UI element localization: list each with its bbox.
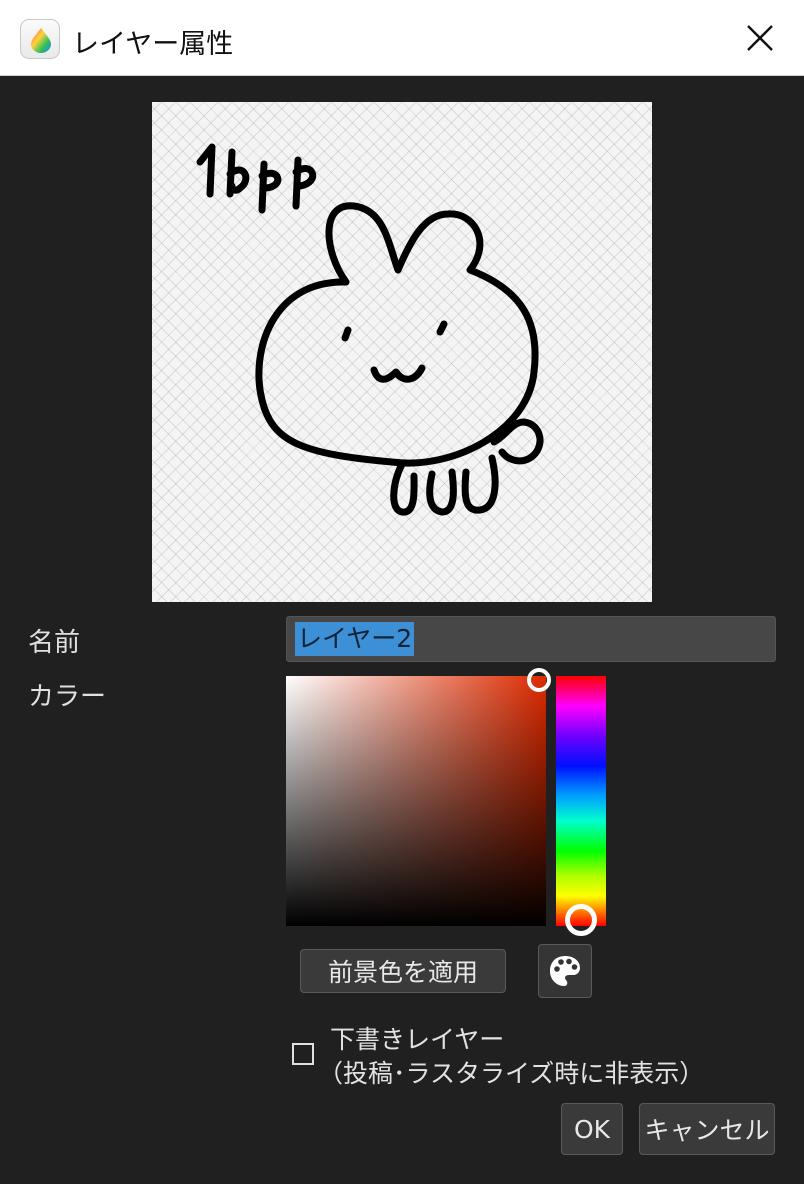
palette-button[interactable] bbox=[538, 944, 592, 998]
hue-slider-handle[interactable] bbox=[565, 904, 597, 936]
layer-name-value: レイヤー2 bbox=[295, 622, 415, 656]
apply-foreground-color-button[interactable]: 前景色を適用 bbox=[300, 949, 506, 993]
cancel-button[interactable]: キャンセル bbox=[639, 1103, 775, 1155]
close-icon bbox=[747, 25, 773, 51]
close-button[interactable] bbox=[738, 16, 782, 60]
saturation-value-picker[interactable] bbox=[286, 676, 546, 926]
hue-slider[interactable] bbox=[556, 676, 606, 926]
name-label: 名前 bbox=[28, 628, 81, 658]
title-bar: レイヤー属性 bbox=[0, 0, 804, 76]
app-drop-icon bbox=[20, 19, 60, 59]
draft-layer-note: （投稿･ラスタライズ時に非表示） bbox=[318, 1059, 705, 1088]
palette-icon bbox=[550, 956, 580, 986]
draft-layer-label: 下書きレイヤー bbox=[330, 1025, 505, 1054]
layer-name-input[interactable]: レイヤー2 bbox=[286, 616, 776, 662]
color-label: カラー bbox=[28, 682, 107, 712]
ok-button[interactable]: OK bbox=[561, 1103, 623, 1155]
window-title: レイヤー属性 bbox=[72, 29, 234, 60]
layer-preview: 1bpp bbox=[152, 102, 652, 602]
preview-drawing: 1bpp bbox=[196, 143, 544, 516]
saturation-value-handle[interactable] bbox=[527, 668, 551, 692]
draft-layer-checkbox[interactable] bbox=[292, 1043, 314, 1065]
